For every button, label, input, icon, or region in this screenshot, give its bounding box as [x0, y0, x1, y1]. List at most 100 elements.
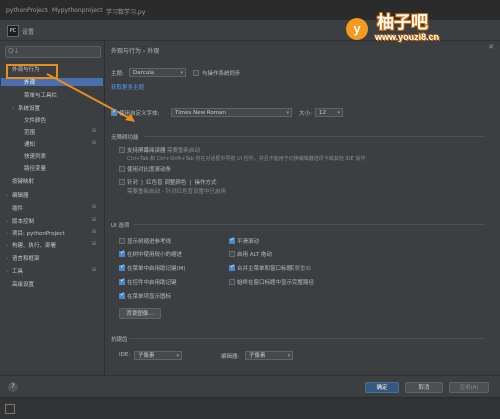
tool-window-icon[interactable] [5, 404, 15, 414]
logo-url: www.youzi8.cn [375, 32, 440, 42]
editor-antialias-value: 子像素 [249, 353, 266, 359]
titlebar-separator: › [46, 7, 49, 14]
sidebar-item[interactable]: › 版本控制 [6, 217, 34, 225]
smooth-scroll-checkbox[interactable] [229, 236, 235, 244]
sidebar-item[interactable]: › 系统设置 [12, 104, 40, 112]
custom-font-label: 使用自定义字体: [119, 111, 160, 117]
sidebar-item-label: 快速列表 [24, 154, 47, 160]
antialiasing-header: 抗锯齿 [111, 337, 128, 343]
merge-menus-note: 需要重启 [289, 266, 312, 272]
sidebar-item-label: 路径变量 [24, 166, 47, 172]
menu-icons-checkbox[interactable] [119, 291, 125, 299]
color-deficiency-checkbox[interactable] [119, 179, 125, 185]
sync-os-label: 与操作系统同步 [202, 71, 241, 77]
sidebar-item[interactable]: 范围 [18, 128, 35, 136]
merge-menus-label: 合并主菜单和窗口标题 [237, 266, 293, 272]
chevron-down-icon: ▾ [176, 353, 179, 359]
sidebar-item[interactable]: 外观 [1, 78, 103, 86]
watermark-logo: y 柚子吧 www.youzi8.cn [343, 8, 493, 46]
font-size-select[interactable]: 12 ▾ [315, 108, 343, 117]
chevron-down-icon: ▾ [180, 70, 183, 76]
alt-drag-label: 启用 ALT 拖动 [237, 252, 272, 258]
sidebar-item[interactable]: 高级设置 [6, 280, 34, 288]
project-scope-icon: ⊞ [91, 229, 96, 235]
editor-antialias-select[interactable]: 子像素 ▾ [245, 351, 293, 360]
color-deficiency-note: 需要重新启动 - 针对红色盲设置中已启用 [127, 189, 226, 195]
ok-button[interactable]: 确定 [365, 382, 399, 393]
sidebar-item[interactable]: › 语言和框架 [6, 254, 40, 262]
apply-button[interactable]: 应用(A) [449, 382, 489, 393]
project-scope-icon: ⊞ [91, 140, 96, 146]
screen-reader-description: Ctrl+Tab 和 Ctrl+Shift+Tab 将在对话框中导航 UI 控件… [127, 156, 366, 162]
background-image-button[interactable]: 背景图像... [119, 308, 161, 319]
sidebar-item-label: 构建、执行、部署 [12, 243, 57, 249]
sidebar-item-label: 工具 [12, 269, 24, 275]
theme-select[interactable]: Darcula ▾ [129, 68, 186, 77]
titlebar-project[interactable]: pythonProject [6, 7, 48, 14]
sidebar-item-label: 按键映射 [12, 179, 35, 185]
sidebar-item[interactable]: 文件颜色 [18, 116, 46, 124]
contrast-scrollbars-checkbox[interactable] [119, 166, 125, 172]
sidebar-item[interactable]: 按键映射 [6, 177, 34, 185]
contrast-scrollbars-label: 使用对比度滚动条 [127, 167, 172, 173]
titlebar-separator-2: › [100, 7, 103, 14]
sidebar-item-label: 外观 [24, 80, 36, 86]
sidebar-item-label: 高级设置 [12, 282, 35, 288]
merge-menus-checkbox[interactable] [229, 263, 235, 271]
compact-indent-label: 在树中使用较小的缩进 [127, 252, 183, 258]
get-more-themes-link[interactable]: 获取更多主题 [111, 83, 144, 91]
titlebar-folder[interactable]: Mypythonproject [52, 7, 103, 14]
chevron-down-icon: ▾ [337, 110, 340, 116]
sidebar-item[interactable]: 快速列表 [18, 152, 46, 160]
breadcrumb: 外观与行为 › 外观 [111, 48, 160, 55]
tree-indent-checkbox[interactable] [119, 238, 125, 244]
screen-reader-label: 支持屏幕阅读器 [127, 148, 166, 154]
sidebar-item-label: 范围 [24, 130, 36, 136]
editor-antialias-label: 编辑器: [221, 354, 240, 360]
screen-reader-note: 需要重新启动 [167, 148, 201, 154]
tree-indent-label: 显示树缩进参考线 [127, 239, 172, 245]
menu-icons-label: 在菜单项显示图标 [127, 294, 172, 300]
sidebar-item[interactable]: 通知 [18, 140, 35, 148]
settings-content: 外观与行为 › 外观 主题: Darcula ▾ 与操作系统同步 获取更多主题 … [105, 41, 500, 375]
sidebar-item[interactable]: › 构建、执行、部署 [6, 241, 56, 249]
size-label: 大小: [299, 111, 312, 117]
control-mnemonics-checkbox[interactable] [119, 277, 125, 285]
color-deficiency-label: 针对 ❘ 红色盲 调整颜色 ❘ 操作方式 [127, 180, 217, 186]
cancel-button[interactable]: 取消 [405, 382, 443, 393]
sidebar-item[interactable]: › 项目: pythonProject [6, 229, 65, 237]
screen-reader-checkbox[interactable] [119, 147, 125, 153]
compact-indent-checkbox[interactable] [119, 249, 125, 257]
font-select[interactable]: Times New Roman ▾ [171, 108, 292, 117]
sync-os-checkbox[interactable] [193, 70, 199, 76]
titlebar-file[interactable]: 学习数学习.py [106, 7, 145, 16]
section-divider [145, 136, 485, 137]
sidebar-item[interactable]: 菜单与工具栏 [18, 91, 57, 99]
ui-options-header: UI 选项 [111, 223, 130, 229]
help-icon[interactable]: ? [8, 382, 18, 392]
full-path-checkbox[interactable] [229, 279, 235, 285]
control-mnemonics-label: 在控件中启用助记键 [127, 280, 177, 286]
project-scope-icon: ⊞ [91, 217, 96, 223]
sidebar-item[interactable]: 路径变量 [18, 164, 46, 172]
sidebar-item[interactable]: 插件 [6, 204, 23, 212]
custom-font-checkbox[interactable] [111, 108, 117, 116]
sidebar-item[interactable]: › 编辑器 [6, 191, 29, 199]
highlight-annotation-box [6, 64, 58, 79]
alt-drag-checkbox[interactable] [229, 251, 235, 257]
sidebar-item-label: 菜单与工具栏 [24, 93, 58, 99]
logo-name: 柚子吧 [377, 13, 428, 33]
chevron-down-icon: ▾ [287, 353, 290, 359]
ide-antialias-select[interactable]: 子像素 ▾ [134, 351, 182, 360]
theme-select-value: Darcula [133, 70, 155, 76]
menu-mnemonics-checkbox[interactable] [119, 263, 125, 271]
smooth-scroll-label: 平滑滚动 [237, 239, 260, 245]
accessibility-header: 无障碍功能 [111, 135, 139, 141]
sidebar-item-label: 插件 [12, 206, 24, 212]
project-scope-icon: ⊞ [91, 267, 96, 273]
dialog-footer: ? 确定 取消 应用(A) [0, 375, 500, 398]
project-scope-icon: ⊞ [91, 204, 96, 210]
settings-search-input[interactable]: Q↓ [5, 46, 101, 58]
sidebar-item[interactable]: › 工具 [6, 267, 23, 275]
section-divider [133, 224, 485, 225]
